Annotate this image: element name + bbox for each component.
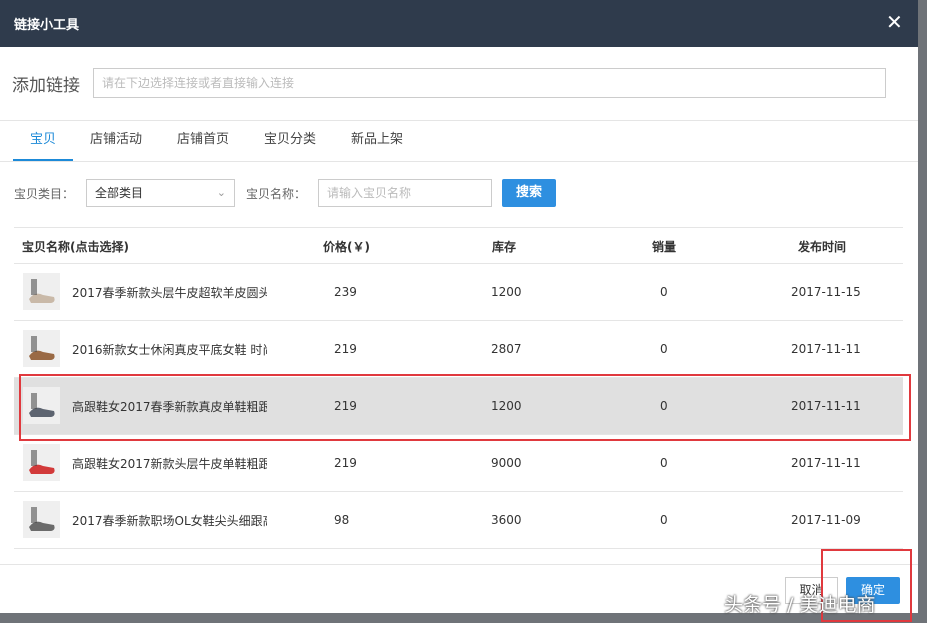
category-select[interactable]: 全部类目 ⌄ <box>86 179 235 207</box>
column-header-price: 价格(￥) <box>323 240 370 254</box>
product-date: 2017-11-11 <box>791 456 861 470</box>
product-stock: 1200 <box>491 399 522 413</box>
product-thumbnail <box>23 387 60 424</box>
product-date: 2017-11-11 <box>791 399 861 413</box>
product-date: 2017-11-09 <box>791 513 861 527</box>
product-stock: 3600 <box>491 513 522 527</box>
filter-bar: 宝贝类目： 全部类目 ⌄ 宝贝名称： 搜索 <box>0 162 918 224</box>
product-thumbnail <box>23 501 60 538</box>
product-sales: 0 <box>660 513 668 527</box>
tab-items[interactable]: 宝贝 <box>13 121 73 161</box>
link-tool-dialog: 链接小工具 ✕ 添加链接 宝贝 店铺活动 店铺首页 宝贝分类 新品上架 宝贝类目… <box>0 0 918 613</box>
table-row[interactable]: 2017春季新款职场OL女鞋尖头细跟高 98 3600 0 2017-11-09 <box>14 492 903 549</box>
product-thumbnail <box>23 444 60 481</box>
column-header-sales: 销量 <box>652 240 677 254</box>
table-row[interactable]: 2016新款女士休闲真皮平底女鞋 时尚 219 2807 0 2017-11-11 <box>14 321 903 378</box>
product-stock: 1200 <box>491 285 522 299</box>
watermark: 头条号 / 美迪电商 <box>724 594 876 616</box>
table-row[interactable]: 高跟鞋女2017新款头层牛皮单鞋粗跟 219 9000 0 2017-11-11 <box>14 435 903 492</box>
category-select-value: 全部类目 <box>95 186 144 200</box>
column-header-stock: 库存 <box>492 240 517 254</box>
product-date: 2017-11-15 <box>791 285 861 299</box>
tab-item-category[interactable]: 宝贝分类 <box>260 121 320 159</box>
product-sales: 0 <box>660 342 668 356</box>
item-table: 宝贝名称(点击选择) 价格(￥) 库存 销量 发布时间 2017春季新款头层牛皮… <box>14 227 903 549</box>
column-header-date: 发布时间 <box>798 240 847 254</box>
product-stock: 2807 <box>491 342 522 356</box>
tab-new-arrivals[interactable]: 新品上架 <box>347 121 407 159</box>
product-date: 2017-11-11 <box>791 342 861 356</box>
table-row[interactable]: 高跟鞋女2017春季新款真皮单鞋粗跟 219 1200 0 2017-11-11 <box>14 378 903 435</box>
product-name: 2017春季新款头层牛皮超软羊皮圆头 <box>72 286 267 300</box>
product-price: 239 <box>334 285 357 299</box>
product-name: 2016新款女士休闲真皮平底女鞋 时尚 <box>72 343 267 357</box>
category-label: 宝贝类目： <box>14 187 75 201</box>
product-price: 98 <box>334 513 350 527</box>
search-button[interactable]: 搜索 <box>502 179 556 207</box>
tab-bar: 宝贝 店铺活动 店铺首页 宝贝分类 新品上架 <box>0 121 918 162</box>
product-sales: 0 <box>660 285 668 299</box>
table-body: 2017春季新款头层牛皮超软羊皮圆头 239 1200 0 2017-11-15 2016… <box>14 264 903 549</box>
chevron-down-icon: ⌄ <box>216 186 226 199</box>
product-name: 高跟鞋女2017新款头层牛皮单鞋粗跟 <box>72 457 267 471</box>
product-sales: 0 <box>660 399 668 413</box>
column-header-name: 宝贝名称(点击选择) <box>22 240 129 254</box>
product-name: 高跟鞋女2017春季新款真皮单鞋粗跟 <box>72 400 267 414</box>
product-price: 219 <box>334 342 357 356</box>
product-thumbnail <box>23 330 60 367</box>
table-header: 宝贝名称(点击选择) 价格(￥) 库存 销量 发布时间 <box>14 227 903 264</box>
product-stock: 9000 <box>491 456 522 470</box>
product-sales: 0 <box>660 456 668 470</box>
link-input[interactable] <box>93 68 886 98</box>
dialog-title: 链接小工具 <box>14 18 80 33</box>
close-icon[interactable]: ✕ <box>886 12 903 32</box>
item-name-label: 宝贝名称： <box>246 187 307 201</box>
dialog-header: 链接小工具 ✕ <box>0 0 918 47</box>
tab-store-home[interactable]: 店铺首页 <box>173 121 233 159</box>
product-price: 219 <box>334 399 357 413</box>
product-name: 2017春季新款职场OL女鞋尖头细跟高 <box>72 514 267 528</box>
product-thumbnail <box>23 273 60 310</box>
product-price: 219 <box>334 456 357 470</box>
add-link-label: 添加链接 <box>12 76 80 96</box>
add-link-row: 添加链接 <box>0 48 918 121</box>
tab-store-activities[interactable]: 店铺活动 <box>86 121 146 159</box>
item-name-input[interactable] <box>318 179 492 207</box>
table-row[interactable]: 2017春季新款头层牛皮超软羊皮圆头 239 1200 0 2017-11-15 <box>14 264 903 321</box>
